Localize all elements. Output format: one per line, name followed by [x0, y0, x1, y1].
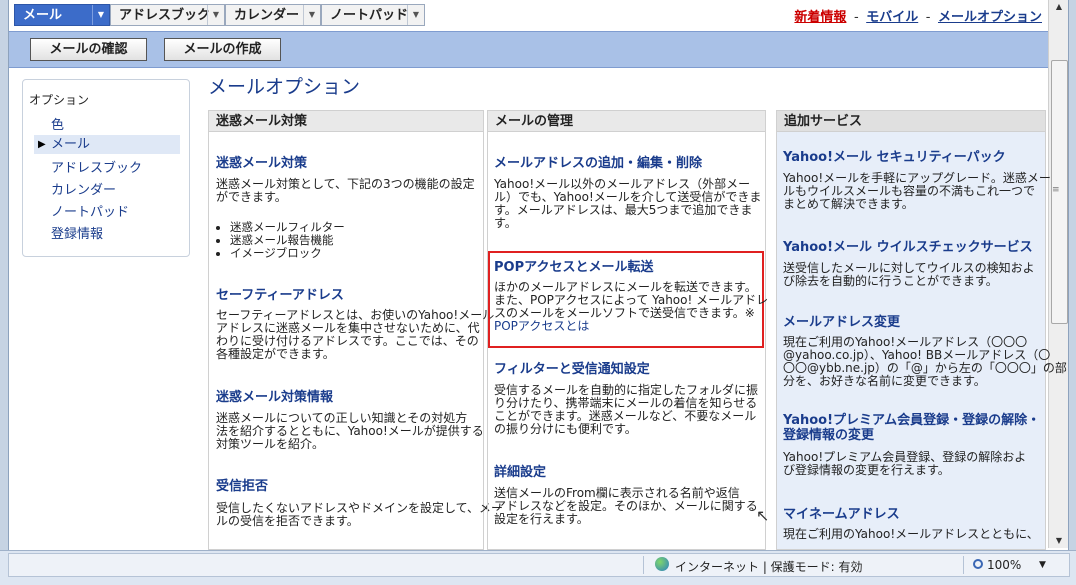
tab-calendar[interactable]: カレンダー ▼ [225, 4, 321, 26]
pop-access-link[interactable]: POPアクセスとメール転送 [494, 256, 653, 275]
address-change-desc: 現在ご利用のYahoo!メールアドレス（〇〇〇 @yahoo.co.jp）、Ya… [783, 336, 1067, 388]
address-edit-link[interactable]: メールアドレスの追加・編集・削除 [494, 152, 702, 171]
desc-line: す。メールアドレスは、最大5つまで追加できま [494, 203, 753, 217]
sidebar-item-calendar[interactable]: カレンダー [51, 179, 116, 198]
tab-addressbook-label: アドレスブック [119, 8, 211, 23]
my-name-address-link[interactable]: マイネームアドレス [783, 503, 900, 522]
mail-options-link[interactable]: メールオプション [938, 10, 1042, 25]
sidebar-item-mail-label: メール [51, 137, 91, 152]
virus-check-desc: 送受信したメールに対してウイルスの検知およ び除去を自動的に行うことができます。 [783, 262, 1035, 288]
link-line: 登録情報の変更 [783, 428, 875, 443]
link-line: Yahoo!プレミアム会員登録・登録の解除・ [783, 413, 1041, 428]
window-frame-left [0, 0, 9, 550]
desc-line: 現在ご利用のYahoo!メールアドレスとともに、 [783, 527, 1039, 541]
spam-info-desc: 迷惑メールについての正しい知識とその対処方 法を紹介するとともに、Yahoo!メ… [216, 412, 484, 451]
security-zone-text: インターネット | 保護モード: 有効 [675, 560, 863, 574]
globe-icon [655, 557, 669, 571]
tab-calendar-label: カレンダー [234, 8, 300, 23]
advanced-settings-link[interactable]: 詳細設定 [494, 461, 546, 480]
status-divider [643, 556, 644, 574]
pop-access-desc: ほかのメールアドレスにメールを転送できます。 また、POPアクセスによって Ya… [494, 281, 768, 333]
sidebar-item-registration[interactable]: 登録情報 [51, 223, 103, 242]
top-navigation: メール ▼ アドレスブック ▼ カレンダー ▼ ノートパッド ▼ 新着情報 - … [9, 0, 1048, 31]
chevron-down-icon[interactable]: ▼ [92, 5, 109, 25]
desc-line: の振り分けにも便利です。 [494, 422, 637, 436]
sidebar-item-color[interactable]: 色 [51, 114, 64, 133]
top-links: 新着情報 - モバイル - メールオプション [794, 6, 1042, 25]
my-name-address-desc: 現在ご利用のYahoo!メールアドレスとともに、 [783, 528, 1039, 541]
zoom-level[interactable]: 100% [987, 558, 1021, 572]
scrollbar-grip-icon: ≡ [1052, 185, 1060, 195]
security-pack-link[interactable]: Yahoo!メール セキュリティーパック [783, 146, 1006, 165]
desc-line: 各種設定ができます。 [216, 347, 335, 361]
chevron-down-icon[interactable]: ▼ [407, 5, 424, 25]
sidebar-item-mail[interactable]: ▶ メール [34, 135, 180, 154]
triangle-right-icon: ▶ [38, 139, 46, 150]
tab-mail[interactable]: メール ▼ [14, 4, 110, 26]
premium-registration-link[interactable]: Yahoo!プレミアム会員登録・登録の解除・ 登録情報の変更 [783, 413, 1040, 443]
scroll-down-arrow-icon[interactable]: ▼ [1049, 534, 1069, 548]
status-bar-inner: インターネット | 保護モード: 有効 100% ▼ [8, 553, 1070, 577]
link-separator: - [853, 10, 859, 25]
page-title: メールオプション [208, 76, 361, 98]
sidebar-title: オプション [29, 93, 90, 107]
chevron-down-icon[interactable]: ▼ [207, 5, 224, 25]
block-senders-desc: 受信したくないアドレスやドメインを設定して、メー ルの受信を拒否できます。 [216, 502, 503, 528]
check-mail-button[interactable]: メールの確認 [30, 38, 147, 61]
tab-mail-label: メール [23, 8, 63, 23]
block-senders-link[interactable]: 受信拒否 [216, 475, 268, 494]
safety-address-desc: セーフティーアドレスとは、お使いのYahoo!メール アドレスに迷惑メールを集中… [216, 309, 494, 361]
desc-line: す。 [494, 216, 517, 230]
action-toolbar: メールの確認 メールの作成 [9, 31, 1048, 68]
spam-filter-link[interactable]: 迷惑メール対策 [216, 152, 307, 171]
filter-settings-desc: 受信するメールを自動的に指定したフォルダに振 り分けたり、携帯端末にメールの着信… [494, 384, 758, 436]
tab-notepad[interactable]: ノートパッド ▼ [321, 4, 425, 26]
spam-feature-list: 迷惑メールフィルター 迷惑メール報告機能 イメージブロック [216, 221, 345, 260]
column-header: 迷惑メール対策 [209, 111, 483, 132]
pop-access-info-link[interactable]: POPアクセスとは [494, 320, 768, 333]
status-divider [963, 556, 964, 574]
zoom-dropdown-icon[interactable]: ▼ [1039, 560, 1046, 570]
chevron-down-icon[interactable]: ▼ [303, 5, 320, 25]
address-edit-desc: Yahoo!メール以外のメールアドレス（外部メー ル）でも、Yahoo!メールを… [494, 178, 761, 230]
spam-filter-desc: 迷惑メール対策として、下記の3つの機能の設定 ができます。 [216, 178, 475, 204]
desc-line: ができます。 [216, 190, 287, 204]
status-bar: インターネット | 保護モード: 有効 100% ▼ [0, 550, 1076, 585]
desc-line: まとめて解決できます。 [783, 197, 914, 211]
link-separator: - [925, 10, 931, 25]
vertical-scrollbar[interactable]: ▲ ≡ ▼ [1048, 0, 1069, 548]
desc-line: ルの受信を拒否できます。 [216, 514, 359, 528]
spam-info-link[interactable]: 迷惑メール対策情報 [216, 386, 333, 405]
virus-check-link[interactable]: Yahoo!メール ウイルスチェックサービス [783, 236, 1033, 255]
desc-line: 設定を行えます。 [494, 512, 589, 526]
tab-notepad-label: ノートパッド [330, 8, 409, 23]
address-change-link[interactable]: メールアドレス変更 [783, 311, 900, 330]
tab-addressbook[interactable]: アドレスブック ▼ [110, 4, 225, 26]
desc-line: 分を、お好きな名前に変更できます。 [783, 374, 986, 388]
security-pack-desc: Yahoo!メールを手軽にアップグレード。迷惑メー ルもウイルスメールも容量の不… [783, 172, 1051, 211]
scroll-up-arrow-icon[interactable]: ▲ [1049, 0, 1069, 14]
column-header: メールの管理 [488, 111, 765, 132]
zoom-icon[interactable] [973, 559, 983, 569]
sidebar-item-notepad[interactable]: ノートパッド [51, 201, 129, 220]
window-frame-right [1068, 0, 1076, 550]
list-item: イメージブロック [230, 247, 345, 260]
desc-line: 対策ツールを紹介。 [216, 437, 325, 451]
desc-line: び除去を自動的に行うことができます。 [783, 274, 998, 288]
filter-settings-link[interactable]: フィルターと受信通知設定 [494, 358, 650, 377]
mouse-cursor-icon: ↖ [756, 506, 770, 525]
whats-new-link[interactable]: 新着情報 [794, 10, 846, 25]
desc-line: び登録情報の変更を行えます。 [783, 463, 950, 477]
premium-registration-desc: Yahoo!プレミアム会員登録、登録の解除およ び登録情報の変更を行えます。 [783, 451, 1026, 477]
compose-mail-button[interactable]: メールの作成 [164, 38, 281, 61]
advanced-settings-desc: 送信メールのFrom欄に表示される名前や返信 アドレスなどを設定。そのほか、メー… [494, 487, 758, 526]
sidebar-item-addressbook[interactable]: アドレスブック [51, 157, 142, 176]
column-header: 追加サービス [777, 111, 1045, 132]
mobile-link[interactable]: モバイル [866, 10, 918, 25]
options-sidebar: オプション 色 ▶ メール アドレスブック カレンダー ノートパッド 登録情報 [22, 79, 190, 257]
safety-address-link[interactable]: セーフティーアドレス [216, 284, 344, 303]
